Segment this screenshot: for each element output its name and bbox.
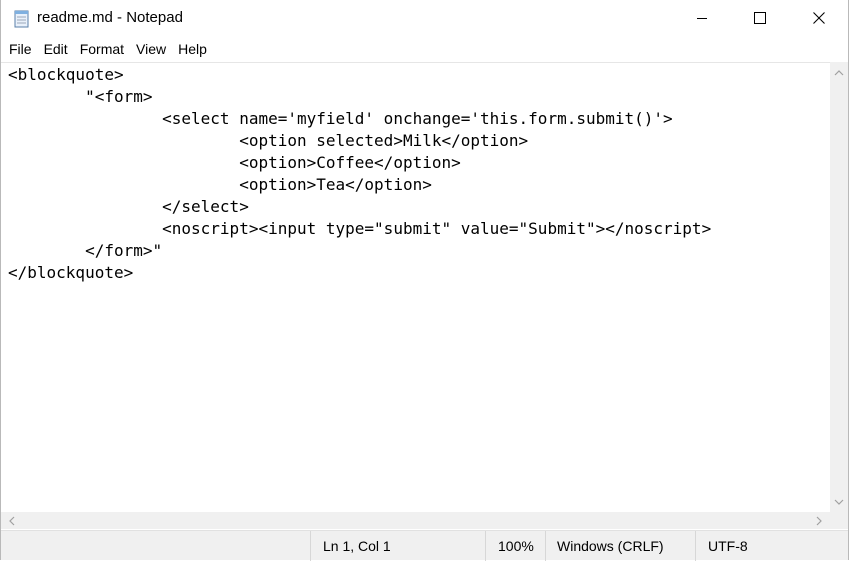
scroll-up-icon[interactable]	[830, 64, 848, 81]
status-bar: Ln 1, Col 1 100% Windows (CRLF) UTF-8	[1, 530, 848, 561]
menu-file[interactable]: File	[1, 37, 38, 61]
menu-format[interactable]: Format	[74, 37, 130, 61]
scrollbar-corner	[830, 512, 848, 529]
maximize-icon	[754, 12, 766, 24]
editor-line: </form>"	[8, 241, 163, 260]
minimize-icon	[697, 18, 707, 19]
vertical-scrollbar[interactable]	[830, 62, 848, 512]
menu-help[interactable]: Help	[172, 37, 213, 61]
close-icon	[813, 12, 825, 24]
status-zoom: 100%	[485, 531, 545, 561]
notepad-window: readme.md - Notepad File Edit Format Vie…	[0, 0, 849, 561]
editor-line: <option selected>Milk</option>	[8, 131, 529, 150]
editor-line: <blockquote>	[8, 65, 124, 84]
editor-line: <option>Tea</option>	[8, 175, 432, 194]
status-line-ending: Windows (CRLF)	[545, 531, 695, 561]
scroll-right-icon[interactable]	[810, 512, 828, 529]
text-editor[interactable]: <blockquote> "<form> <select name='myfie…	[1, 62, 830, 512]
status-encoding: UTF-8	[695, 531, 848, 561]
title-bar[interactable]: readme.md - Notepad	[1, 0, 848, 36]
editor-content[interactable]: <blockquote> "<form> <select name='myfie…	[8, 64, 711, 284]
editor-line: "<form>	[8, 87, 153, 106]
editor-line: </select>	[8, 197, 249, 216]
status-cursor-position: Ln 1, Col 1	[310, 531, 485, 561]
menu-bar: File Edit Format View Help	[1, 37, 848, 61]
editor-line: <select name='myfield' onchange='this.fo…	[8, 109, 673, 128]
menu-edit[interactable]: Edit	[38, 37, 74, 61]
scroll-down-icon[interactable]	[830, 493, 848, 510]
notepad-icon	[13, 9, 31, 28]
scroll-left-icon[interactable]	[3, 512, 21, 529]
window-title: readme.md - Notepad	[37, 9, 183, 26]
menu-view[interactable]: View	[130, 37, 172, 61]
editor-line: </blockquote>	[8, 263, 134, 282]
close-button[interactable]	[790, 0, 848, 36]
maximize-button[interactable]	[731, 0, 789, 36]
editor-line: <option>Coffee</option>	[8, 153, 461, 172]
horizontal-scrollbar[interactable]	[1, 512, 830, 529]
editor-line: <noscript><input type="submit" value="Su…	[8, 219, 712, 238]
minimize-button[interactable]	[673, 0, 731, 36]
